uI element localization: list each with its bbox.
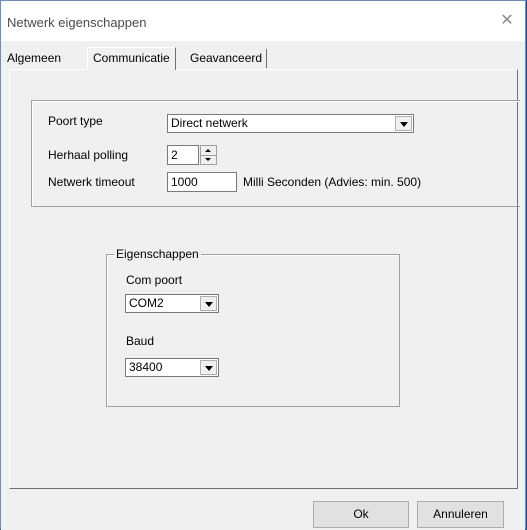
timeout-input[interactable]: 1000 xyxy=(167,172,237,192)
chevron-down-icon[interactable] xyxy=(200,360,217,375)
tab-algemeen[interactable]: Algemeen xyxy=(3,49,65,68)
title-bar[interactable]: Netwerk eigenschappen ✕ xyxy=(1,1,525,41)
com-port-label: Com poort xyxy=(126,273,183,287)
cancel-button[interactable]: Annuleren xyxy=(417,501,504,528)
chevron-down-icon[interactable] xyxy=(395,116,412,131)
spin-down-icon[interactable] xyxy=(201,155,216,164)
port-type-value: Direct netwerk xyxy=(171,116,248,130)
port-type-label: Poort type xyxy=(48,114,103,128)
tab-communicatie[interactable]: Communicatie xyxy=(87,47,176,70)
timeout-unit-label: Milli Seconden (Advies: min. 500) xyxy=(243,175,422,189)
port-type-select[interactable]: Direct netwerk xyxy=(167,114,414,133)
close-icon[interactable]: ✕ xyxy=(497,11,517,31)
ok-button[interactable]: Ok xyxy=(313,501,409,528)
com-port-value: COM2 xyxy=(129,296,164,310)
com-port-select[interactable]: COM2 xyxy=(125,294,219,313)
tab-geavanceerd[interactable]: Geavanceerd xyxy=(186,49,268,68)
properties-legend: Eigenschappen xyxy=(114,247,201,261)
button-bar: Ok Annuleren xyxy=(1,489,525,530)
baud-label: Baud xyxy=(126,334,155,348)
window-title: Netwerk eigenschappen xyxy=(7,15,147,30)
baud-select[interactable]: 38400 xyxy=(125,358,219,377)
dialog-window: Netwerk eigenschappen ✕ Algemeen Communi… xyxy=(0,0,526,530)
baud-value: 38400 xyxy=(129,360,163,374)
polling-label: Herhaal polling xyxy=(48,148,129,162)
polling-spinner[interactable] xyxy=(200,145,217,165)
polling-input[interactable]: 2 xyxy=(167,145,199,165)
chevron-down-icon[interactable] xyxy=(200,296,217,311)
timeout-label: Netwerk timeout xyxy=(48,175,135,189)
